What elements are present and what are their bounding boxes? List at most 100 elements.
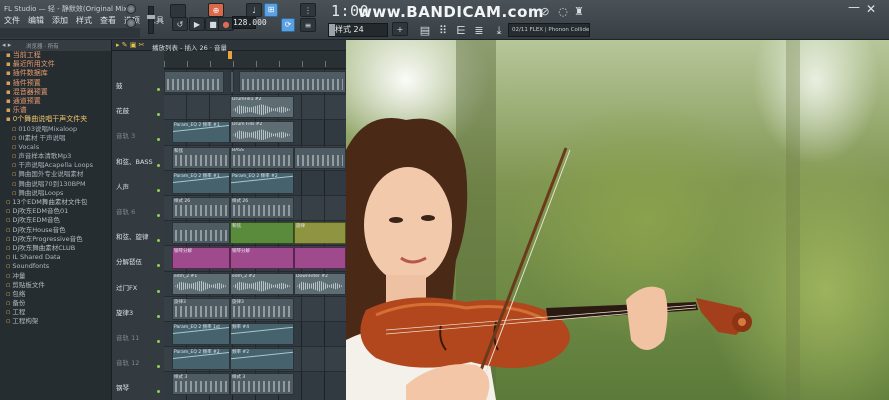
cpu-icon[interactable]: ⊘ [538,5,552,19]
browser-item[interactable]: ▫ Dj吹东Progressive音色 [0,235,111,244]
menu-edit[interactable]: 编辑 [28,15,44,26]
play-button[interactable]: ▶ [189,17,205,31]
playlist-clip[interactable]: DrumFill1 #2 [230,96,294,119]
playlist-clip[interactable]: 样式 3 [172,373,230,396]
track-led[interactable] [157,88,160,91]
track-label[interactable]: 分解琶伍 [116,256,142,266]
track-led[interactable] [157,289,160,293]
browser-item[interactable]: ▫ 0103说唱Mixaloop [0,125,111,134]
track-led[interactable] [157,113,160,117]
wait-input-icon[interactable]: ⋮ [300,3,316,17]
track-led[interactable] [157,214,160,217]
playlist-grid[interactable]: DrumFill1 #2 Param_EQ 2 频率 #1 Drum Fills #… [164,69,346,400]
browser-item[interactable]: ▪ 最近所用文件 [0,60,111,69]
track-label[interactable]: 音轨 6 [116,206,135,216]
add-pattern-icon[interactable]: + [392,22,408,36]
menu-file[interactable]: 文件 [4,15,20,26]
plugin-picker[interactable]: 02/11 FLEX | Phonon Collider [508,23,590,37]
browser-item[interactable]: ▪ 混音器预置 [0,88,111,97]
browser-item[interactable]: ▪ 插件预置 [0,79,111,88]
playlist-clip[interactable]: 和弦 [230,222,294,245]
lock-icon[interactable]: ♜ [572,5,586,19]
channel-rack-icon[interactable]: ⠿ [436,24,450,38]
browser-item[interactable]: ▪ 通道预置 [0,97,111,106]
pattern-song-toggle[interactable] [170,4,186,18]
track-label[interactable]: 过门FX [116,282,137,292]
browser-icon[interactable]: ≣ [472,24,486,38]
playlist-clip[interactable] [239,71,346,93]
piano-roll-icon[interactable]: ▤ [418,24,432,38]
browser-item[interactable]: ▫ 舞曲说唱70到130BPM [0,180,111,189]
track-led[interactable] [157,239,160,243]
browser-item[interactable]: ▫ 工程构架 [0,317,111,326]
track-led[interactable] [157,264,160,268]
track-label[interactable]: 旋律3 [116,307,133,317]
playlist-clip[interactable]: 频率 #4 [230,323,294,345]
browser-item[interactable]: ▫ Dj吹东舞曲素材CLUB [0,244,111,253]
track-label[interactable]: 鼓 [116,80,123,90]
browser-tools-icon[interactable]: ◂ ▸ [2,41,11,49]
mixer-icon[interactable]: ⋿ [454,24,468,38]
browser-item[interactable]: ▫ 0I素材 干声说唱 [0,134,111,143]
blend-icon[interactable]: ≡ [300,18,316,32]
track-label[interactable]: 花鼓 [116,105,129,115]
playlist-clip[interactable]: edm_2 #1 [172,272,230,295]
playlist-clip[interactable]: 旋律 [294,222,346,245]
track-label[interactable]: 人声 [116,181,129,191]
playlist-clip[interactable]: 钢琴分解 [230,247,294,270]
browser-item[interactable]: ▫ 声音样本清歌Mp3 [0,152,111,161]
record-mode-icon[interactable]: ⊕ [208,3,224,17]
master-volume-knob[interactable] [126,4,136,14]
playlist-clip[interactable]: Param_EQ 2 频率 #2 [230,171,294,194]
playlist-clip[interactable]: 和弦 [172,146,230,169]
playlist-clip[interactable]: 样式 26 [230,197,294,219]
browser-item[interactable]: ▪ 0个舞曲说唱干声文件夹 [0,115,111,124]
playhead-marker[interactable] [228,51,232,59]
playlist-clip[interactable]: Param_EQ 2 频率 #1 [172,171,230,194]
browser-item[interactable]: ▫ 备份 [0,299,111,308]
loop-icon[interactable]: ↺ [172,17,188,31]
track-led[interactable] [157,390,160,394]
browser-item[interactable]: ▫ Dj吹东House音色 [0,226,111,235]
browser-item[interactable]: ▫ 干声说唱Acapella Loops [0,161,111,170]
track-label[interactable]: 钢琴 [116,382,129,392]
browser-item[interactable]: ▫ Dj吹东EDM音色01 [0,207,111,216]
browser-item[interactable]: ▪ 插件数据库 [0,69,111,78]
pattern-selector[interactable]: 样式 24 [328,23,388,37]
snap-icon[interactable]: ⊞ [264,3,278,17]
playlist-clip[interactable] [294,146,346,169]
menu-add[interactable]: 添加 [52,15,68,26]
playlist-clip[interactable]: 钢琴分解 [172,247,230,270]
browser-item[interactable]: ▫ 剪贴板文件 [0,281,111,290]
menu-pattern[interactable]: 样式 [76,15,92,26]
playlist-clip[interactable] [294,247,346,270]
browser-item[interactable]: ▫ Soundfonts [0,262,111,271]
track-label[interactable]: 和弦、旋律 [116,231,149,241]
track-led[interactable] [157,314,160,318]
track-label[interactable]: 音轨 12 [116,357,139,367]
browser-item[interactable]: ▪ 当前工程 [0,51,111,60]
minimize-icon[interactable]: — [848,0,860,14]
playlist-clip[interactable] [230,71,234,93]
metronome-icon[interactable]: ♩ [246,3,262,17]
download-icon[interactable]: ⤓ [492,24,506,38]
slide-icon[interactable]: ⟳ [281,18,295,32]
track-led[interactable] [157,163,160,167]
browser-item[interactable]: ▫ IL Shared Data [0,253,111,262]
playlist-clip[interactable] [164,71,224,93]
browser-item[interactable]: ▫ 工程 [0,308,111,317]
browser-item[interactable]: ▫ 舞曲国外专业说唱素材 [0,170,111,179]
playlist-clip[interactable]: 旋律3 [172,297,230,320]
track-label[interactable]: 和弦、BASS [116,156,153,166]
browser-item[interactable]: ▫ Dj吹东EDM音色 [0,216,111,225]
help-icon[interactable]: ◌ [556,5,570,19]
track-led[interactable] [157,138,160,142]
browser-item[interactable]: ▪ 乐谱 [0,106,111,115]
track-label[interactable]: 音轨 3 [116,130,135,140]
playlist-clip[interactable]: 样式 3 [230,373,294,396]
track-led[interactable] [157,365,160,369]
playlist-clip[interactable]: 样式 26 [172,197,230,219]
playlist-tools-icon[interactable]: ▸ ✎ ▣ ✂ [116,41,145,49]
master-volume-slider[interactable] [147,6,155,34]
menu-view[interactable]: 查看 [100,15,116,26]
